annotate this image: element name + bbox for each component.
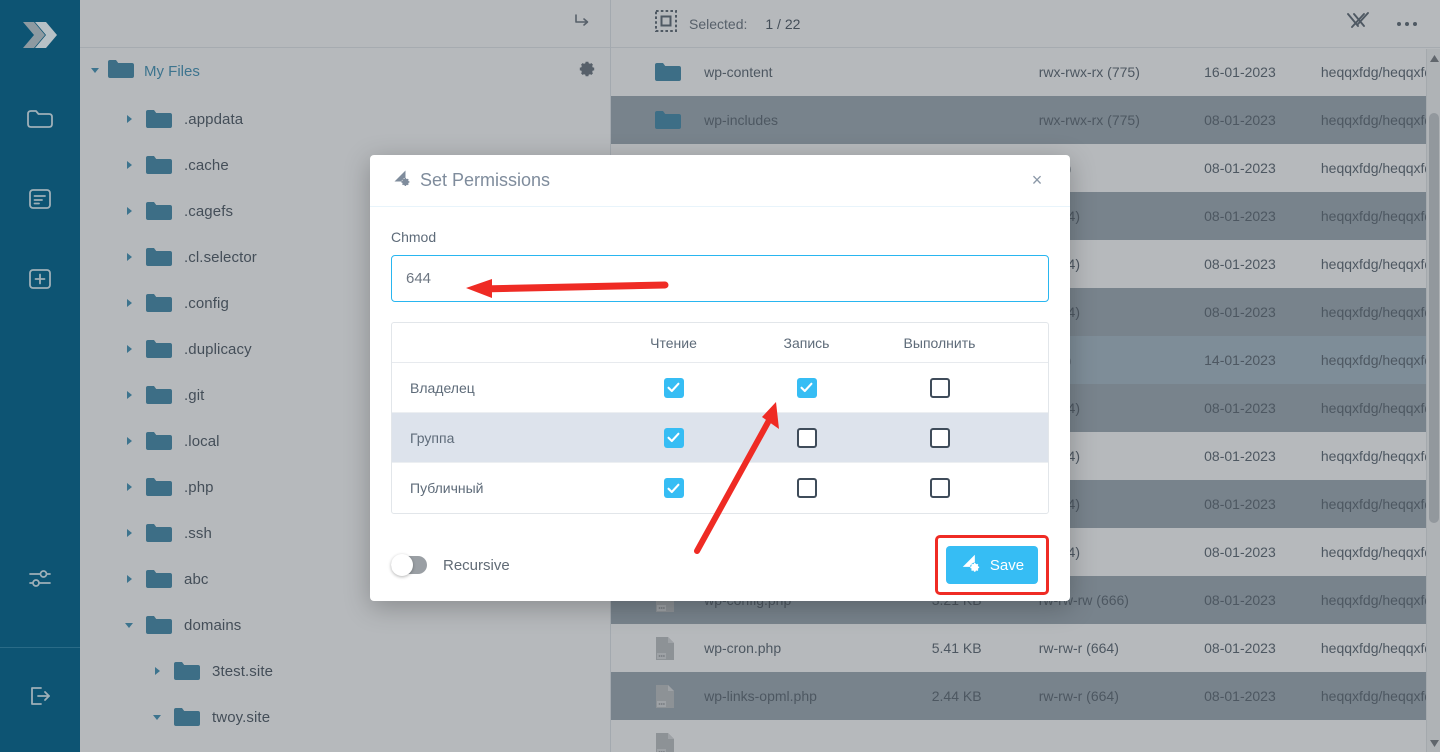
nav-rail: [0, 0, 80, 752]
chmod-label: Chmod: [391, 229, 437, 245]
col-header-exec: Выполнить: [903, 334, 976, 351]
permissions-cell: [740, 377, 873, 398]
permissions-cell: [873, 427, 1006, 448]
permissions-cell: [607, 377, 740, 398]
dialog-body: Chmod Чтение Запись Выполнить Владелец Гр…: [370, 207, 1070, 529]
logs-icon[interactable]: [16, 175, 64, 223]
permissions-cell: [740, 478, 873, 498]
permissions-cell: [607, 478, 740, 498]
chmod-input[interactable]: [391, 255, 1049, 302]
recursive-toggle[interactable]: [391, 554, 427, 576]
permissions-row-label: Группа: [410, 429, 455, 446]
permissions-cell: [607, 427, 740, 448]
col-header-read: Чтение: [650, 334, 697, 351]
save-button-highlight: Save: [935, 535, 1049, 595]
files-icon[interactable]: [16, 95, 64, 143]
save-button-label: Save: [989, 556, 1025, 574]
read-checkbox[interactable]: [663, 427, 684, 448]
permissions-table-body: Владелец Группа Публичный: [392, 363, 1048, 513]
permissions-row: Группа: [392, 413, 1048, 463]
dialog-header: Set Permissions ×: [370, 155, 1070, 207]
save-flag-gear-icon: [960, 552, 982, 578]
permissions-cell: [740, 427, 873, 448]
permissions-flag-gear-icon: [392, 168, 412, 193]
write-checkbox[interactable]: [796, 377, 817, 398]
execute-checkbox[interactable]: [929, 478, 950, 498]
permissions-cell: [873, 478, 1006, 498]
toggle-knob: [391, 554, 413, 576]
dialog-title: Set Permissions: [420, 170, 551, 190]
add-icon[interactable]: [16, 255, 64, 303]
recursive-label: Recursive: [443, 556, 510, 574]
write-checkbox[interactable]: [796, 478, 817, 498]
set-permissions-dialog: Set Permissions × Chmod Чтение Запись Вы…: [370, 155, 1070, 601]
permissions-row: Владелец: [392, 363, 1048, 413]
permissions-table: Чтение Запись Выполнить Владелец Группа Пу…: [391, 322, 1049, 514]
permissions-table-header: Чтение Запись Выполнить: [392, 323, 1048, 363]
settings-sliders-icon[interactable]: [16, 555, 64, 603]
permissions-cell: [873, 377, 1006, 398]
read-checkbox[interactable]: [663, 377, 684, 398]
permissions-row-label: Владелец: [410, 379, 475, 396]
col-header-write: Запись: [783, 334, 830, 351]
logout-icon[interactable]: [16, 672, 64, 720]
permissions-row: Публичный: [392, 463, 1048, 513]
execute-checkbox[interactable]: [929, 427, 950, 448]
permissions-row-label: Публичный: [410, 480, 484, 496]
write-checkbox[interactable]: [796, 427, 817, 448]
app-root: My Files .appdata .cache .cagefs .cl.select…: [0, 0, 1440, 752]
logo-icon[interactable]: [21, 18, 59, 57]
close-icon[interactable]: ×: [1026, 170, 1048, 192]
save-button[interactable]: Save: [946, 546, 1038, 584]
execute-checkbox[interactable]: [929, 377, 950, 398]
rail-divider: [0, 647, 80, 648]
read-checkbox[interactable]: [663, 478, 684, 498]
dialog-footer: Recursive Save: [370, 529, 1070, 601]
